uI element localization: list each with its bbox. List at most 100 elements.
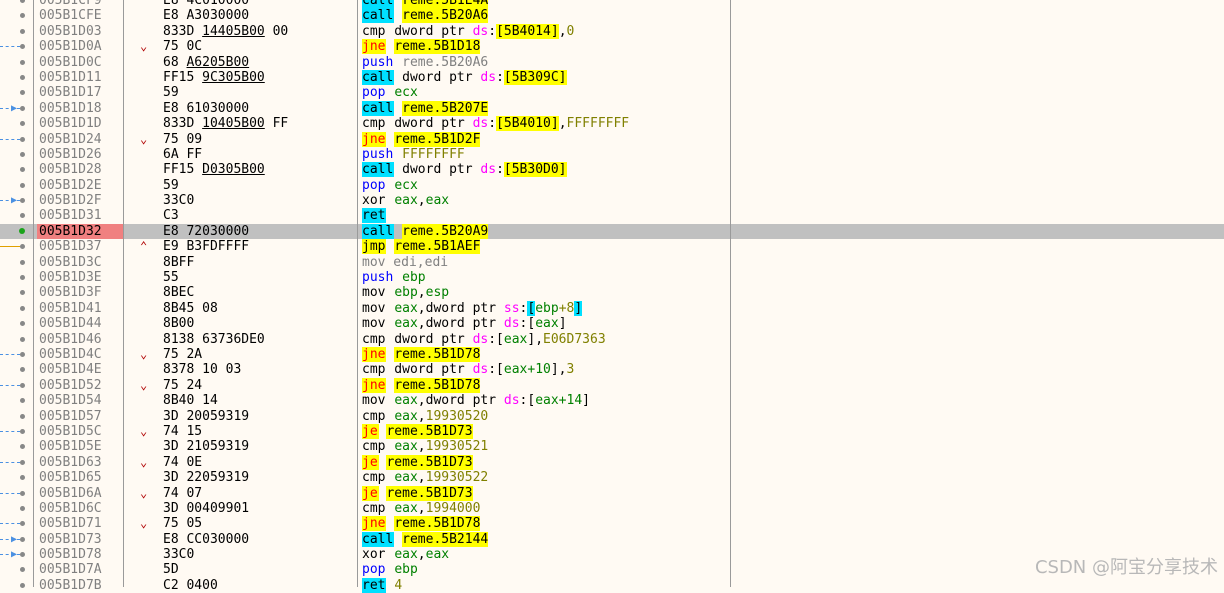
disasm-row[interactable]: 005B1D26 6A FF push FFFFFFFF — [0, 147, 1224, 162]
branch-gutter[interactable] — [0, 8, 32, 23]
breakpoint-dot-icon[interactable] — [20, 121, 25, 127]
disasm-row[interactable]: 005B1D0C 68 A6205B00 push reme.5B20A6 — [0, 55, 1224, 70]
row-instruction[interactable]: cmp eax,19930520 — [362, 409, 488, 424]
disasm-row[interactable]: 005B1D0A ⌄ 75 0C jne reme.5B1D18 — [0, 39, 1224, 55]
row-address[interactable]: 005B1D6A — [37, 486, 123, 501]
branch-gutter[interactable] — [0, 239, 32, 254]
branch-gutter[interactable] — [0, 24, 32, 39]
breakpoint-dot-icon[interactable] — [20, 382, 25, 388]
breakpoint-dot-icon[interactable] — [20, 398, 25, 404]
branch-gutter[interactable]: ▶ — [0, 193, 32, 208]
row-instruction[interactable]: jne reme.5B1D78 — [362, 377, 481, 393]
breakpoint-dot-icon[interactable] — [20, 367, 25, 373]
breakpoint-dot-icon[interactable] — [20, 582, 25, 588]
disasm-row[interactable]: 005B1D2E 59 pop ecx — [0, 178, 1224, 193]
breakpoint-dot-icon[interactable] — [20, 167, 25, 173]
row-instruction[interactable]: cmp dword ptr ds:[eax+10],3 — [362, 362, 574, 377]
branch-gutter[interactable] — [0, 316, 32, 331]
row-address[interactable]: 005B1D46 — [37, 332, 123, 347]
row-address[interactable]: 005B1D5E — [37, 439, 123, 454]
branch-gutter[interactable]: ▶ — [0, 101, 32, 116]
branch-gutter[interactable] — [0, 578, 32, 593]
row-instruction[interactable]: ret 4 — [362, 577, 402, 593]
disasm-row[interactable]: 005B1D11 FF15 9C305B00 call dword ptr ds:[… — [0, 69, 1224, 85]
breakpoint-dot-icon[interactable] — [20, 336, 25, 342]
row-address[interactable]: 005B1CF9 — [37, 0, 123, 8]
breakpoint-dot-icon[interactable] — [20, 182, 25, 188]
row-address[interactable]: 005B1D65 — [37, 470, 123, 485]
disasm-row[interactable]: 005B1D63 ⌄ 74 0E je reme.5B1D73 — [0, 454, 1224, 470]
branch-gutter[interactable] — [0, 70, 32, 85]
breakpoint-dot-icon[interactable] — [20, 351, 25, 357]
breakpoint-dot-icon[interactable] — [20, 0, 25, 3]
row-address[interactable]: 005B1D4E — [37, 362, 123, 377]
row-instruction[interactable]: mov eax,dword ptr ss:[ebp+8] — [362, 300, 583, 316]
disasm-row[interactable]: 005B1D52 ⌄ 75 24 jne reme.5B1D78 — [0, 377, 1224, 393]
row-address[interactable]: 005B1D7B — [37, 578, 123, 593]
row-address[interactable]: 005B1D71 — [37, 516, 123, 531]
row-address[interactable]: 005B1D0C — [37, 55, 123, 70]
disasm-row[interactable]: 005B1D1D 833D 10405B00 FF cmp dword ptr ds… — [0, 116, 1224, 132]
breakpoint-dot-icon[interactable] — [20, 505, 25, 511]
disasm-row[interactable]: 005B1D71 ⌄ 75 05 jne reme.5B1D78 — [0, 516, 1224, 532]
breakpoint-dot-icon[interactable] — [20, 105, 25, 111]
branch-gutter[interactable] — [0, 116, 32, 131]
breakpoint-dot-icon[interactable] — [20, 490, 25, 496]
breakpoint-dot-icon[interactable] — [20, 74, 25, 80]
row-address[interactable]: 005B1D32 — [37, 223, 123, 240]
branch-gutter[interactable] — [0, 455, 32, 470]
row-address[interactable]: 005B1D7A — [37, 562, 123, 577]
row-instruction[interactable]: cmp eax,1994000 — [362, 501, 480, 516]
branch-gutter[interactable] — [0, 347, 32, 362]
branch-gutter[interactable] — [0, 224, 32, 239]
row-address[interactable]: 005B1D03 — [37, 24, 123, 39]
row-address[interactable]: 005B1CFE — [37, 8, 123, 23]
row-instruction[interactable]: jne reme.5B1D2F — [362, 131, 481, 147]
row-address[interactable]: 005B1D37 — [37, 239, 123, 254]
disasm-row[interactable]: 005B1D5E 3D 21059319 cmp eax,19930521 — [0, 439, 1224, 454]
disasm-row[interactable]: 005B1CFE E8 A3030000 call reme.5B20A6 — [0, 8, 1224, 24]
disasm-row[interactable]: 005B1D6C 3D 00409901 cmp eax,1994000 — [0, 501, 1224, 516]
row-instruction[interactable]: je reme.5B1D73 — [362, 423, 473, 439]
branch-gutter[interactable] — [0, 486, 32, 501]
row-instruction[interactable]: cmp dword ptr ds:[eax],E06D7363 — [362, 332, 606, 347]
branch-gutter[interactable] — [0, 285, 32, 300]
row-instruction[interactable]: mov ebp,esp — [362, 285, 449, 300]
row-address[interactable]: 005B1D3C — [37, 255, 123, 270]
branch-gutter[interactable] — [0, 55, 32, 70]
breakpoint-dot-icon[interactable] — [20, 259, 25, 265]
row-address[interactable]: 005B1D18 — [37, 101, 123, 116]
branch-gutter[interactable] — [0, 501, 32, 516]
row-instruction[interactable]: call reme.5B20A6 — [362, 8, 489, 24]
row-instruction[interactable]: push reme.5B20A6 — [362, 55, 488, 70]
branch-gutter[interactable]: ▶ — [0, 547, 32, 562]
row-address[interactable]: 005B1D4C — [37, 347, 123, 362]
row-address[interactable]: 005B1D54 — [37, 393, 123, 408]
disasm-row[interactable]: 005B1D5C ⌄ 74 15 je reme.5B1D73 — [0, 423, 1224, 439]
branch-gutter[interactable] — [0, 562, 32, 577]
row-instruction[interactable]: call reme.5B1E4A — [362, 0, 489, 8]
branch-gutter[interactable] — [0, 255, 32, 270]
row-address[interactable]: 005B1D11 — [37, 70, 123, 85]
row-instruction[interactable]: mov eax,dword ptr ds:[eax+14] — [362, 393, 590, 408]
breakpoint-dot-icon[interactable] — [20, 521, 25, 527]
row-instruction[interactable]: pop ebp — [362, 562, 418, 577]
breakpoint-dot-icon[interactable] — [20, 459, 25, 465]
breakpoint-dot-icon[interactable] — [20, 567, 25, 573]
disasm-row[interactable]: 005B1D65 3D 22059319 cmp eax,19930522 — [0, 470, 1224, 485]
branch-gutter[interactable] — [0, 470, 32, 485]
breakpoint-dot-icon[interactable] — [20, 305, 25, 311]
breakpoint-dot-icon[interactable] — [20, 275, 25, 281]
breakpoint-dot-icon[interactable] — [20, 552, 25, 558]
current-eip-dot-icon[interactable] — [19, 227, 25, 234]
branch-gutter[interactable]: ▶ — [0, 532, 32, 547]
disasm-row[interactable]: 005B1D3C 8BFF mov edi,edi — [0, 255, 1224, 270]
disasm-row[interactable]: 005B1D17 59 pop ecx — [0, 85, 1224, 100]
breakpoint-dot-icon[interactable] — [20, 244, 25, 250]
disasm-row[interactable]: 005B1D28 FF15 D0305B00 call dword ptr ds:[… — [0, 162, 1224, 178]
branch-gutter[interactable] — [0, 439, 32, 454]
row-address[interactable]: 005B1D44 — [37, 316, 123, 331]
row-address[interactable]: 005B1D73 — [37, 532, 123, 547]
row-instruction[interactable]: mov eax,dword ptr ds:[eax] — [362, 316, 567, 331]
row-instruction[interactable]: cmp eax,19930521 — [362, 439, 488, 454]
